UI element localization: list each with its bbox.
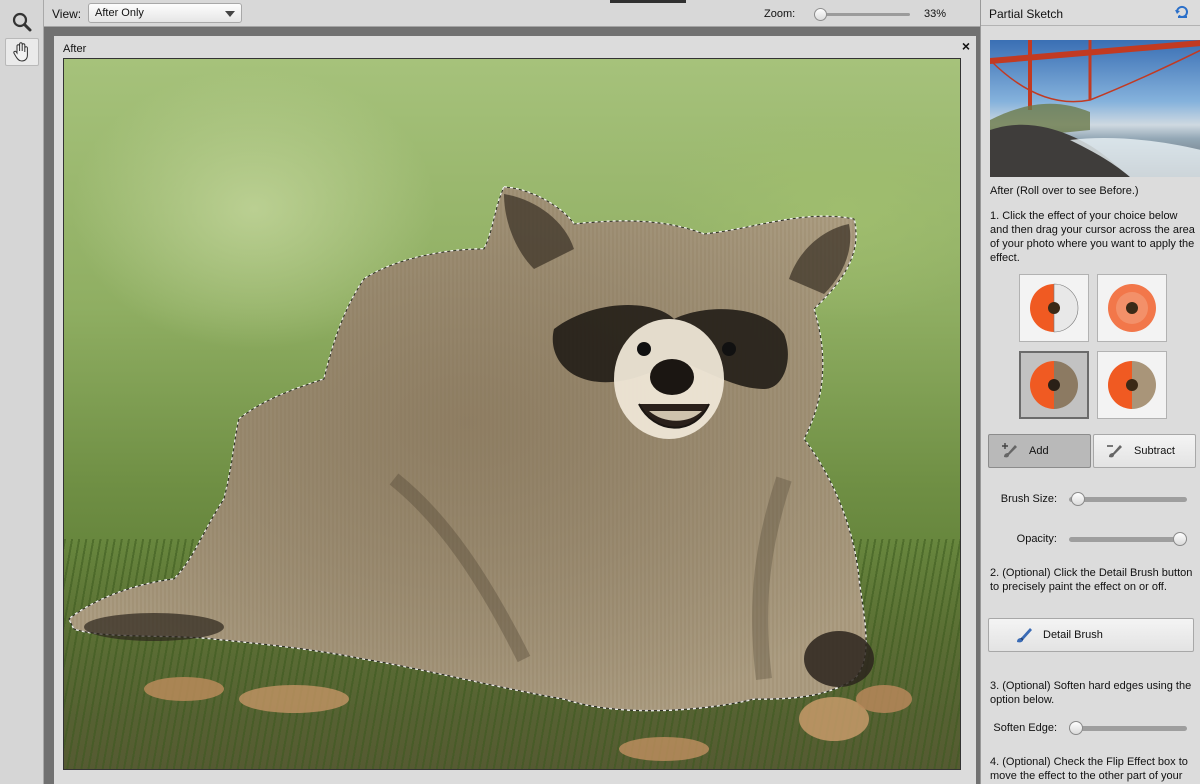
step3-instructions: 3. (Optional) Soften hard edges using th… [990, 680, 1192, 706]
flower-effect-2-icon [1108, 284, 1156, 332]
brush-size-thumb[interactable] [1071, 492, 1085, 506]
hand-tool[interactable] [5, 38, 39, 66]
brush-size-slider[interactable] [1069, 492, 1187, 506]
hand-icon [13, 42, 28, 62]
active-tab-indicator [610, 0, 686, 3]
soften-edge-slider[interactable] [1069, 721, 1187, 735]
panel-title: Partial Sketch [989, 7, 1064, 21]
preview-caption: After (Roll over to see Before.) [990, 185, 1139, 197]
document-title: After [63, 43, 87, 55]
guided-edit-panel: Partial Sketch After (Roll over to see B… [980, 0, 1200, 784]
soften-edge-thumb[interactable] [1069, 721, 1083, 735]
add-button[interactable]: Add [988, 434, 1091, 468]
step1-instructions: 1. Click the effect of your choice below… [990, 210, 1195, 264]
opacity-label: Opacity: [1016, 533, 1057, 545]
bridge-preview-image [990, 40, 1200, 177]
step2-instructions: 2. (Optional) Click the Detail Brush but… [990, 567, 1193, 593]
subtract-button-label: Subtract [1134, 445, 1175, 457]
panel-header: Partial Sketch [981, 0, 1200, 26]
brush-subtract-icon [1107, 445, 1122, 458]
document-window: After × [54, 36, 976, 784]
options-bar: View: After Only Zoom: 33% [44, 0, 980, 27]
photo-canvas[interactable] [63, 58, 961, 770]
detail-brush-label: Detail Brush [1043, 629, 1103, 641]
effect-preview[interactable] [990, 40, 1200, 177]
step4-instructions: 4. (Optional) Check the Flip Effect box … [990, 756, 1188, 782]
effect-thumbnail-4[interactable] [1097, 351, 1167, 419]
magnifier-icon [12, 12, 32, 32]
effect-thumbnail-1[interactable] [1019, 274, 1089, 342]
flower-effect-3-icon [1030, 361, 1078, 409]
add-button-label: Add [1029, 445, 1049, 457]
view-label: View: [52, 7, 82, 21]
tools-panel [0, 0, 44, 784]
flower-effect-1-icon [1030, 283, 1079, 333]
brush-add-icon [1002, 443, 1017, 458]
zoom-value: 33% [924, 8, 947, 20]
canvas-area: After × [44, 28, 980, 784]
zoom-slider-thumb[interactable] [814, 8, 827, 21]
zoom-tool[interactable] [5, 8, 39, 36]
view-select-value: After Only [95, 7, 144, 19]
close-icon[interactable]: × [962, 38, 970, 54]
zoom-slider[interactable] [814, 8, 910, 21]
opacity-thumb[interactable] [1173, 532, 1187, 546]
soften-edge-label: Soften Edge: [993, 722, 1057, 734]
brush-size-label: Brush Size: [1000, 493, 1057, 505]
paintbrush-icon [1017, 628, 1032, 643]
flower-effect-4-icon [1108, 361, 1156, 409]
effect-thumbnail-2[interactable] [1097, 274, 1167, 342]
chevron-down-icon [225, 11, 235, 17]
reset-icon[interactable] [1175, 5, 1189, 19]
raccoon-image [67, 186, 912, 761]
view-select[interactable]: After Only [88, 3, 242, 23]
effect-thumbnail-3[interactable] [1019, 351, 1089, 419]
opacity-slider[interactable] [1069, 532, 1187, 546]
subtract-button[interactable]: Subtract [1093, 434, 1196, 468]
detail-brush-button[interactable]: Detail Brush [988, 618, 1194, 652]
zoom-label: Zoom: [764, 8, 796, 20]
